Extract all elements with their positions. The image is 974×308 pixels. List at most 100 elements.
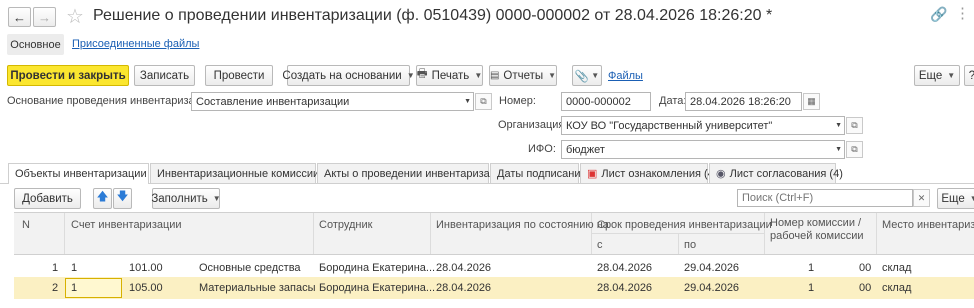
chevron-down-icon: ▼	[548, 71, 557, 80]
tab-label: Лист согласования (4)	[729, 167, 843, 180]
commission-cell[interactable]: 1	[808, 282, 814, 294]
files-link[interactable]: Файлы	[608, 70, 643, 82]
column-divider	[64, 213, 65, 254]
print-label: Печать	[431, 69, 470, 82]
chevron-down-icon: ▼	[474, 71, 483, 80]
nav-main-label: Основное	[10, 38, 61, 51]
post-label: Провести	[213, 69, 265, 82]
tab-label: Даты подписания	[497, 167, 587, 180]
org-value: КОУ ВО "Государственный университет"	[566, 119, 773, 132]
org-field[interactable]: КОУ ВО "Государственный университет" ▼	[561, 116, 845, 135]
attachment-button[interactable]: 📎 ▼	[572, 65, 602, 86]
account-code-cell[interactable]: 105.00	[129, 282, 163, 294]
column-header-n[interactable]: N	[22, 219, 30, 231]
ifo-value: бюджет	[566, 143, 605, 156]
column-header-account[interactable]: Счет инвентаризации	[71, 219, 182, 231]
chart-of-accounts-cell[interactable]: 1	[71, 262, 77, 274]
save-button[interactable]: Записать	[134, 65, 195, 86]
basis-value: Составление инвентаризации	[196, 95, 350, 108]
column-header-from[interactable]: с	[597, 239, 603, 251]
tab-sign-dates[interactable]: Даты подписания	[490, 163, 586, 183]
chevron-down-icon: ▼	[947, 71, 956, 80]
forward-button[interactable]: →	[33, 7, 56, 27]
working-commission-cell[interactable]: 00	[859, 282, 871, 294]
more-button[interactable]: Еще ▼	[914, 65, 960, 86]
date-field[interactable]: 28.04.2026 18:26:20	[685, 92, 802, 111]
column-header-period[interactable]: Срок проведения инвентаризации	[597, 219, 772, 231]
help-button[interactable]: ?	[964, 65, 974, 86]
tab-label: Лист ознакомления (4)	[601, 167, 718, 180]
subheader-divider	[678, 234, 679, 254]
to-date-cell[interactable]: 29.04.2026	[684, 282, 739, 294]
as-of-date-cell[interactable]: 28.04.2026	[436, 262, 491, 274]
print-button[interactable]: 🖶 Печать ▼	[416, 65, 483, 86]
add-button[interactable]: Добавить	[14, 188, 81, 209]
more-label: Еще	[918, 69, 943, 82]
column-divider	[313, 213, 314, 254]
ifo-field[interactable]: бюджет ▼	[561, 140, 845, 159]
open-icon[interactable]: ⧉	[475, 93, 492, 110]
kebab-menu-icon[interactable]: ⋮	[955, 4, 970, 22]
from-date-cell[interactable]: 28.04.2026	[597, 262, 652, 274]
tab-approval[interactable]: ◉ Лист согласования (4)	[709, 163, 843, 183]
create-based-on-button[interactable]: Создать на основании ▼	[282, 65, 415, 86]
back-button[interactable]: ←	[8, 7, 31, 27]
search-input[interactable]	[737, 189, 913, 207]
column-header-place[interactable]: Место инвентаризации	[882, 219, 974, 231]
as-of-date-cell[interactable]: 28.04.2026	[436, 282, 491, 294]
number-label: Номер:	[499, 95, 536, 107]
post-button[interactable]: Провести	[205, 65, 273, 86]
basis-field[interactable]: Составление инвентаризации ▼	[191, 92, 474, 111]
open-icon[interactable]: ⧉	[846, 141, 863, 158]
to-date-cell[interactable]: 29.04.2026	[684, 262, 739, 274]
account-name-cell: Основные средства	[199, 262, 301, 274]
move-up-button[interactable]: 🡅	[93, 188, 112, 209]
table-more-button[interactable]: Еще ▼	[937, 188, 974, 209]
nav-main[interactable]: Основное	[7, 34, 64, 55]
tab-inventory-objects[interactable]: Объекты инвентаризации (2)	[8, 163, 163, 184]
arrow-left-icon: ←	[13, 9, 26, 25]
printer-icon: 🖶	[416, 68, 428, 80]
create-based-label: Создать на основании	[282, 69, 402, 82]
open-icon[interactable]: ⧉	[846, 117, 863, 134]
save-label: Записать	[139, 69, 190, 82]
report-icon: ▤	[489, 70, 500, 81]
column-header-employee[interactable]: Сотрудник	[319, 219, 372, 231]
column-divider	[876, 213, 877, 254]
column-header-commission[interactable]: Номер комиссии / рабочей комиссии	[770, 217, 870, 243]
calendar-icon[interactable]: ▦	[803, 93, 820, 110]
move-down-button[interactable]: 🡇	[113, 188, 132, 209]
account-code-cell[interactable]: 101.00	[129, 262, 163, 274]
column-divider	[430, 213, 431, 254]
tab-label: Инвентаризационные комиссии (1)	[157, 167, 336, 180]
commission-cell[interactable]: 1	[808, 262, 814, 274]
chevron-down-icon: ▼	[591, 71, 600, 80]
employee-cell[interactable]: Бородина Екатерина...	[319, 262, 435, 274]
tab-acquaintance[interactable]: ▣ Лист ознакомления (4)	[580, 163, 717, 183]
clear-search-icon[interactable]: ✕	[913, 189, 930, 207]
place-cell[interactable]: склад	[882, 282, 911, 294]
employee-cell[interactable]: Бородина Екатерина...	[319, 282, 435, 294]
tab-acts[interactable]: Акты о проведении инвентаризации	[317, 163, 508, 183]
nav-attached-files[interactable]: Присоединенные файлы	[72, 38, 199, 50]
column-header-to[interactable]: по	[684, 239, 696, 251]
working-commission-cell[interactable]: 00	[859, 262, 871, 274]
column-header-as-of[interactable]: Инвентаризация по состоянию на	[436, 219, 609, 231]
chart-of-accounts-cell[interactable]: 1	[71, 282, 77, 294]
link-icon[interactable]: 🔗	[930, 6, 947, 23]
place-cell[interactable]: склад	[882, 262, 911, 274]
fill-button[interactable]: Заполнить ▼	[151, 188, 221, 209]
post-and-close-button[interactable]: Провести и закрыть	[7, 65, 129, 86]
paperclip-icon: 📎	[574, 70, 590, 83]
reports-label: Отчеты	[503, 69, 544, 82]
favorite-star-icon[interactable]: ☆	[66, 4, 84, 29]
tab-commissions[interactable]: Инвентаризационные комиссии (1)	[150, 163, 336, 183]
from-date-cell[interactable]: 28.04.2026	[597, 282, 652, 294]
number-value: 0000-000002	[566, 95, 631, 108]
reports-button[interactable]: ▤ Отчеты ▼	[489, 65, 557, 86]
document-icon: ▣	[587, 168, 598, 180]
tab-label: Акты о проведении инвентаризации	[324, 167, 509, 180]
number-field[interactable]: 0000-000002	[561, 92, 651, 111]
row-number: 2	[52, 282, 59, 294]
arrow-down-icon: 🡇	[116, 191, 129, 203]
